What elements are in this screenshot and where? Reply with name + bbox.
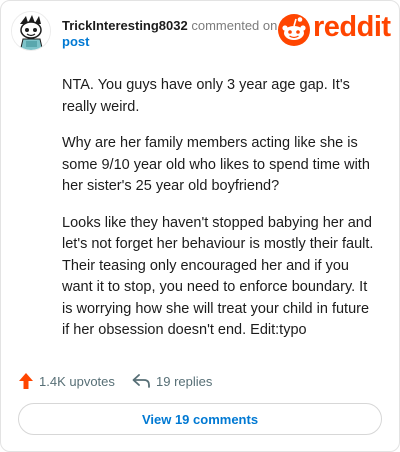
upvote-count: 1.4K upvotes [39,373,115,389]
snoo-avatar-icon [12,12,50,50]
upvote-button[interactable]: 1.4K upvotes [19,372,115,390]
reddit-logo[interactable]: reddit [277,11,391,47]
reply-count: 19 replies [156,373,213,389]
commented-on-label: commented on [191,18,278,33]
upvote-arrow-icon [19,373,33,389]
comment-header: TrickInteresting8032 commented on post r… [11,11,391,55]
comment-paragraph-1: NTA. You guys have only 3 year age gap. … [62,77,350,115]
comment-paragraph-3: Looks like they haven't stopped babying … [62,214,374,339]
post-link[interactable]: post [62,34,282,50]
view-comments-button[interactable]: View 19 comments [18,403,382,435]
avatar[interactable] [11,11,51,51]
comment-paragraph-2: Why are her family members acting like s… [62,135,370,194]
comment-body: NTA. You guys have only 3 year age gap. … [62,75,380,357]
replies-button[interactable]: 19 replies [132,372,212,390]
reddit-wordmark: reddit [313,11,391,43]
comment-meta: TrickInteresting8032 commented on post [62,18,282,50]
comment-actions: 1.4K upvotes 19 replies [19,372,389,390]
username-link[interactable]: TrickInteresting8032 [62,18,188,33]
reply-arrow-icon [132,374,150,388]
comment-card: TrickInteresting8032 commented on post r… [0,0,400,452]
reddit-snoo-icon [278,14,310,46]
